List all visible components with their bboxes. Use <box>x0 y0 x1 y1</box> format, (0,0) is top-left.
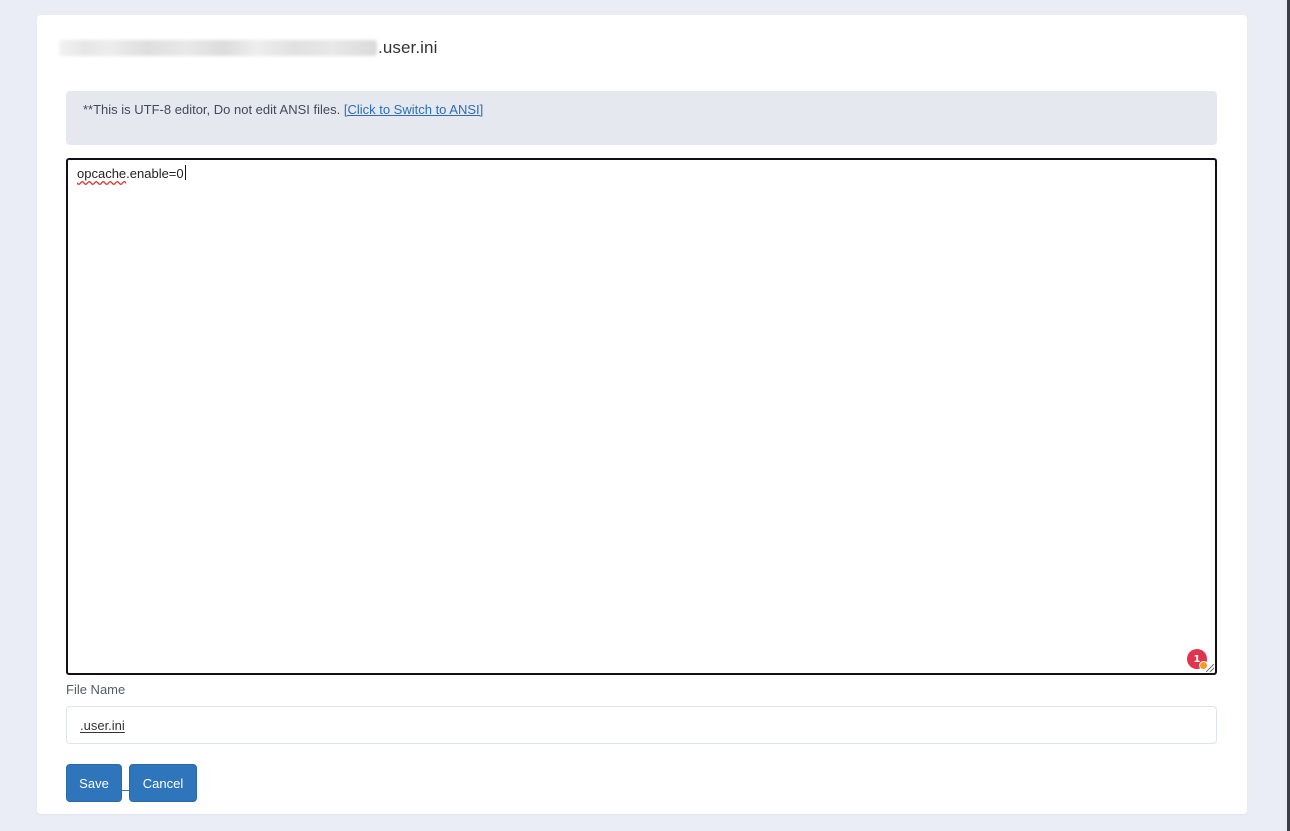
file-title: .user.ini <box>378 38 438 57</box>
text-caret <box>184 165 186 180</box>
file-name-value: .user.ini <box>80 717 125 733</box>
file-name-input[interactable]: .user.ini <box>66 706 1217 744</box>
encoding-notice-text: **This is UTF-8 editor, Do not edit ANSI… <box>83 102 344 117</box>
page-title: .user.ini <box>59 37 438 59</box>
save-button[interactable]: Save <box>66 764 122 802</box>
redacted-path <box>59 40 377 56</box>
resize-handle-icon[interactable] <box>1206 664 1214 672</box>
file-name-label: File Name <box>66 682 126 697</box>
file-content-editor[interactable]: opcache.enable=0 1 <box>66 158 1217 675</box>
switch-to-ansi-link[interactable]: [Click to Switch to ANSI] <box>344 102 483 117</box>
code-line-rest: .enable=0 <box>126 166 184 181</box>
grammar-extension-icon[interactable]: 1 <box>1187 649 1208 670</box>
code-line: opcache.enable=0 <box>77 165 1206 183</box>
misspelled-word: opcache <box>77 166 127 181</box>
button-divider <box>122 790 129 791</box>
encoding-notice: **This is UTF-8 editor, Do not edit ANSI… <box>66 91 1217 145</box>
file-editor-card: .user.ini **This is UTF-8 editor, Do not… <box>37 15 1247 814</box>
cancel-button[interactable]: Cancel <box>129 764 197 802</box>
